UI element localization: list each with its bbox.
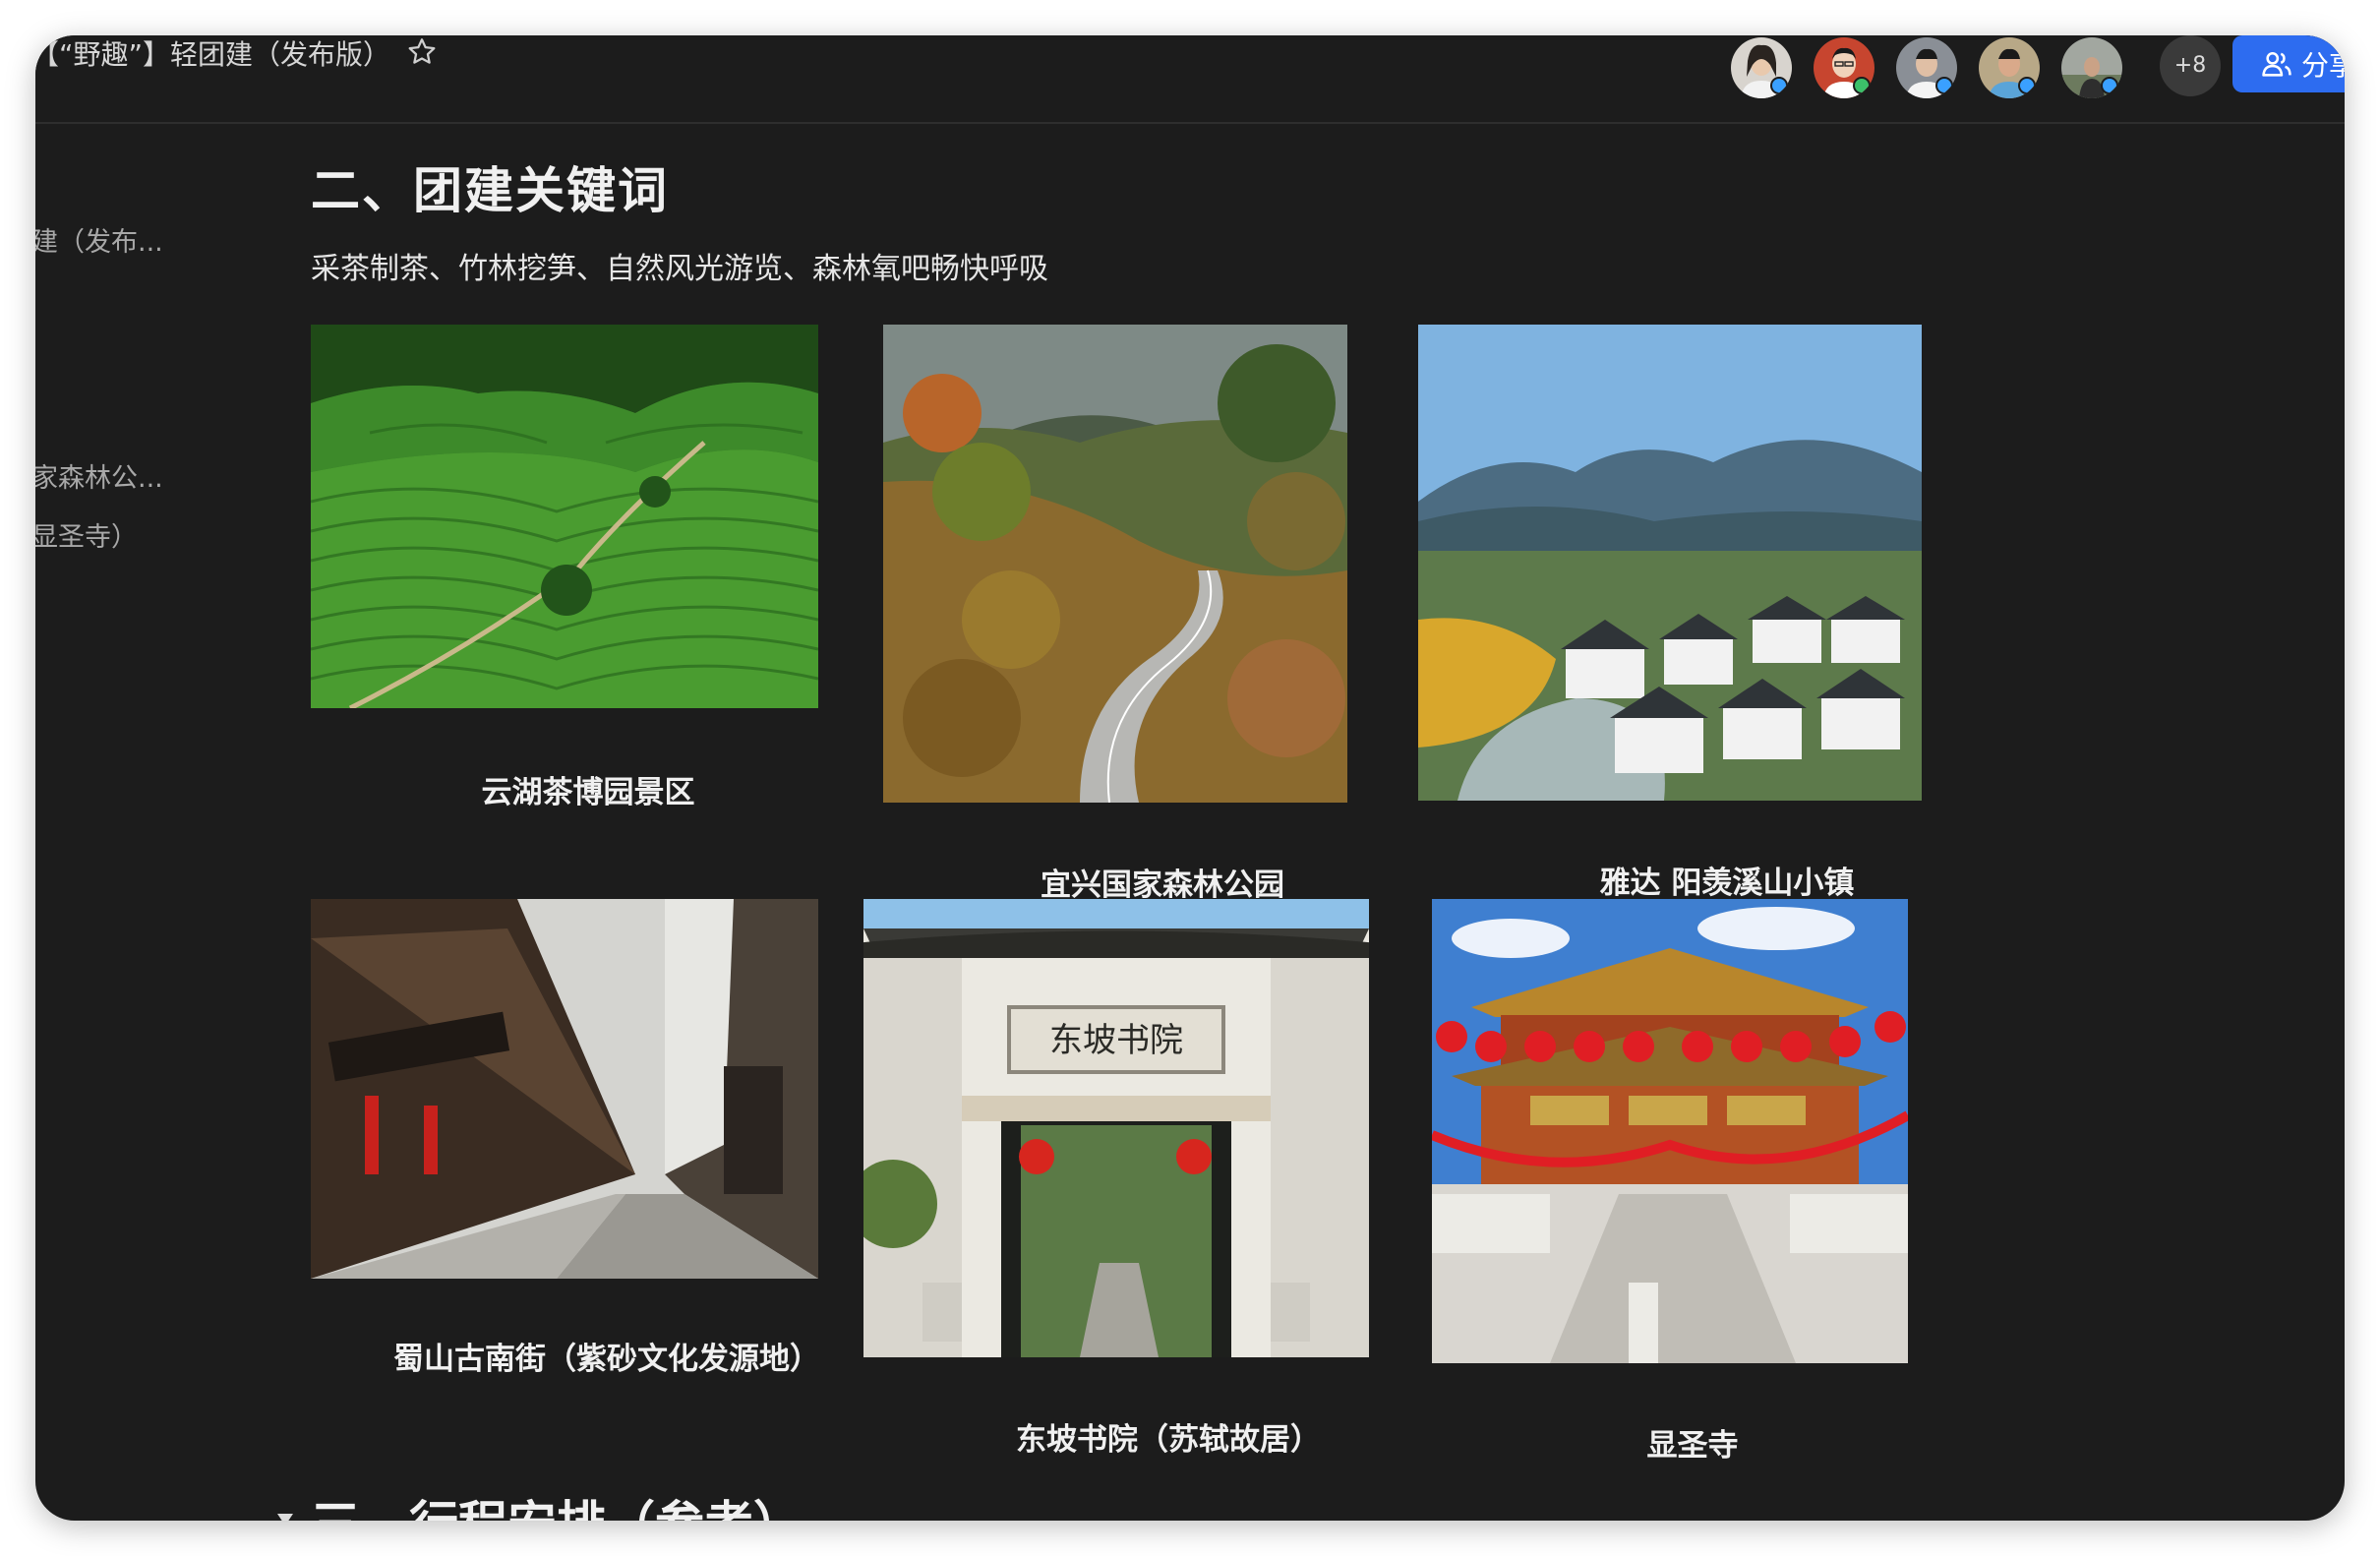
collapse-triangle-icon[interactable]	[273, 1507, 297, 1521]
outline-item[interactable]: 家森林公...	[35, 456, 163, 495]
section-heading: 二、团建关键词	[311, 162, 669, 219]
share-users-icon	[2262, 51, 2291, 77]
app-window: 【“野趣”】轻团建（发布版） +8 分享 建（发布... 家森林公... 显圣寺…	[35, 35, 2345, 1521]
outline-item[interactable]: 显圣寺）	[35, 515, 138, 554]
forest-park-photo[interactable]	[883, 325, 1347, 803]
academy-plaque: 东坡书院	[1049, 1021, 1183, 1060]
star-icon[interactable]	[405, 35, 439, 69]
image-caption: 云湖茶博园景区	[481, 775, 695, 810]
image-caption: 蜀山古南街（紫砂文化发源地）	[393, 1342, 820, 1377]
outline-item[interactable]: 建（发布...	[35, 220, 163, 259]
top-bar: 【“野趣”】轻团建（发布版） +8 分享	[35, 35, 2345, 124]
image-caption: 雅达 阳羡溪山小镇	[1599, 866, 1855, 901]
document-title[interactable]: 【“野趣”】轻团建（发布版）	[35, 35, 390, 73]
more-collaborators-badge[interactable]: +8	[2160, 35, 2221, 96]
tea-garden-photo[interactable]	[311, 325, 818, 708]
avatar[interactable]	[1729, 35, 1794, 100]
avatar[interactable]	[1894, 35, 1959, 100]
academy-gate-photo[interactable]: 东坡书院	[863, 899, 1369, 1357]
temple-photo[interactable]	[1432, 899, 1908, 1363]
image-caption: 显圣寺	[1646, 1428, 1739, 1464]
old-street-photo[interactable]	[311, 899, 818, 1279]
image-caption: 宜兴国家森林公园	[1041, 868, 1284, 903]
share-button[interactable]: 分享	[2232, 35, 2345, 92]
keywords-text: 采茶制茶、竹林挖笋、自然风光游览、森林氧吧畅快呼吸	[311, 252, 1048, 286]
section-heading: 三、行程安排（参考）	[311, 1485, 803, 1521]
avatar[interactable]	[1812, 35, 1876, 100]
mountain-town-photo[interactable]	[1418, 325, 1922, 801]
image-caption: 东坡书院（苏轼故居）	[1016, 1422, 1321, 1458]
share-label: 分享	[2301, 49, 2345, 82]
avatar[interactable]	[1977, 35, 2042, 100]
avatar[interactable]	[2059, 35, 2124, 100]
